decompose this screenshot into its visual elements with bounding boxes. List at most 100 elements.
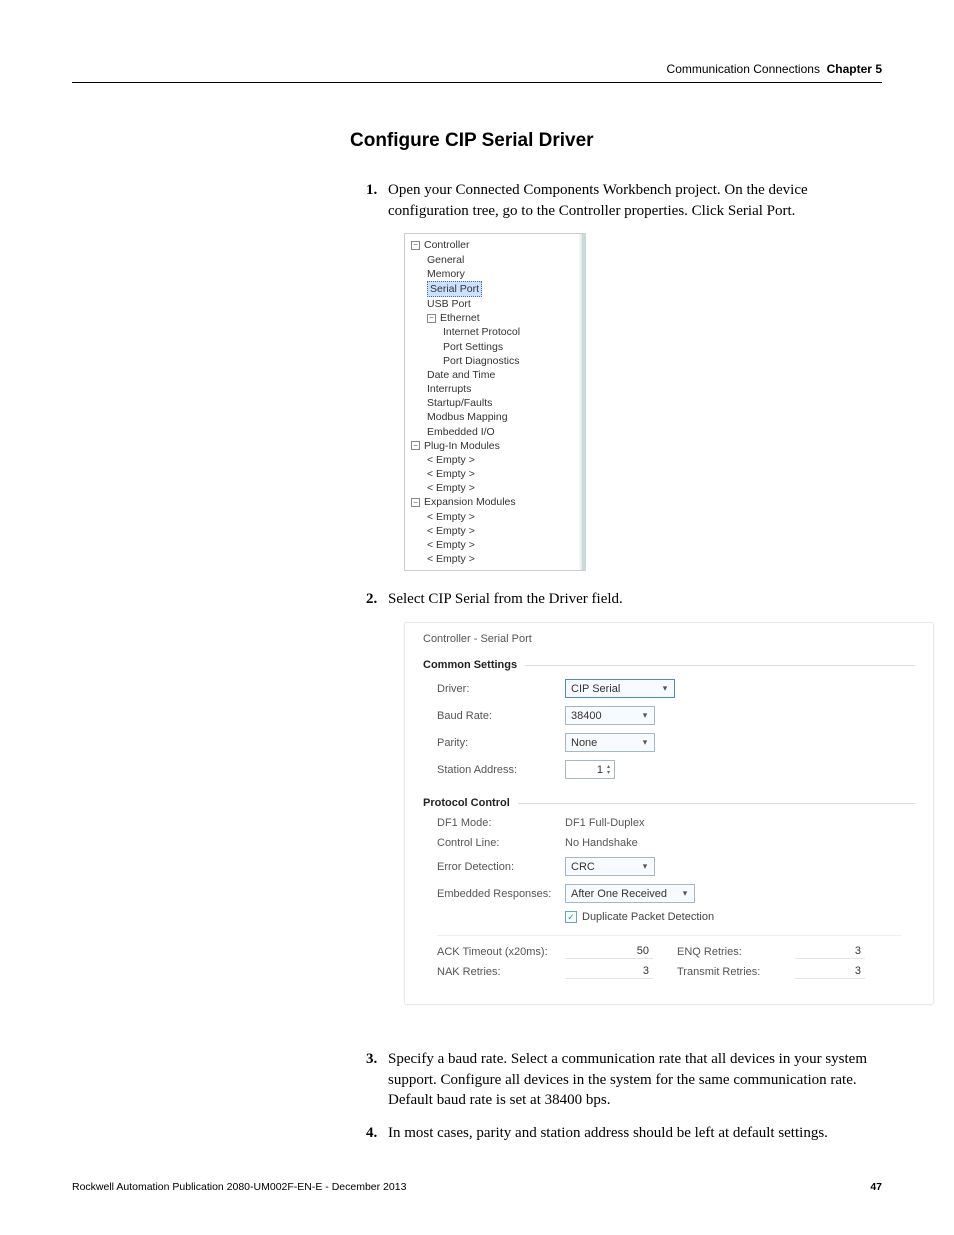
step-body: Open your Connected Components Workbench… — [388, 180, 882, 221]
tree-item-empty[interactable]: < Empty > — [405, 467, 582, 481]
step-body: Select CIP Serial from the Driver field. — [388, 589, 882, 610]
tree-label: Port Settings — [443, 340, 503, 354]
tree-item-memory[interactable]: Memory — [405, 267, 582, 281]
tree-item-controller[interactable]: − Controller — [405, 238, 582, 252]
tree-label: Interrupts — [427, 382, 471, 396]
driver-select[interactable]: CIP Serial ▾ — [565, 679, 675, 698]
step-4: 4. In most cases, parity and station add… — [366, 1123, 882, 1144]
tree-label: Serial Port — [427, 281, 482, 297]
transmit-retries-input[interactable]: 3 — [795, 965, 865, 979]
duplicate-detection-row: ✓ Duplicate Packet Detection — [423, 907, 915, 927]
form-title: Controller - Serial Port — [423, 633, 915, 645]
main-content: Configure CIP Serial Driver 1. Open your… — [350, 130, 882, 1156]
step-body: In most cases, parity and station addres… — [388, 1123, 882, 1144]
step-number: 2. — [366, 589, 388, 610]
tree-label: < Empty > — [427, 510, 475, 524]
baud-label: Baud Rate: — [437, 710, 565, 722]
tree-label: General — [427, 253, 464, 267]
tree-label: Port Diagnostics — [443, 354, 519, 368]
input-value: 1 — [597, 764, 603, 776]
step-1: 1. Open your Connected Components Workbe… — [366, 180, 882, 221]
step-list: 1. Open your Connected Components Workbe… — [366, 180, 882, 1144]
tree-item-serial-port[interactable]: Serial Port — [405, 281, 582, 297]
tree-item-modbus-mapping[interactable]: Modbus Mapping — [405, 410, 582, 424]
tree-figure: − Controller General Memory Serial Port … — [404, 233, 882, 571]
embedded-responses-select[interactable]: After One Received ▾ — [565, 884, 695, 903]
tree-item-empty[interactable]: < Empty > — [405, 453, 582, 467]
tree-item-empty[interactable]: < Empty > — [405, 481, 582, 495]
serial-port-form: Controller - Serial Port Common Settings… — [404, 622, 934, 1005]
parity-select[interactable]: None ▾ — [565, 733, 655, 752]
driver-label: Driver: — [437, 683, 565, 695]
check-icon: ✓ — [567, 912, 575, 923]
tree-item-port-diagnostics[interactable]: Port Diagnostics — [405, 354, 582, 368]
control-line-row: Control Line: No Handshake — [423, 833, 915, 853]
tree-label: < Empty > — [427, 453, 475, 467]
chevron-down-icon: ▾ — [638, 861, 652, 872]
tree-item-interrupts[interactable]: Interrupts — [405, 382, 582, 396]
station-label: Station Address: — [437, 764, 565, 776]
tree-label: Plug-In Modules — [424, 439, 500, 453]
tree-label: Date and Time — [427, 368, 495, 382]
step-2: 2. Select CIP Serial from the Driver fie… — [366, 589, 882, 610]
collapse-icon[interactable]: − — [411, 441, 420, 450]
tree-item-usb-port[interactable]: USB Port — [405, 297, 582, 311]
tree-label: Ethernet — [440, 311, 480, 325]
step-3: 3. Specify a baud rate. Select a communi… — [366, 1049, 882, 1111]
collapse-icon[interactable]: − — [411, 498, 420, 507]
publication-info: Rockwell Automation Publication 2080-UM0… — [72, 1181, 406, 1193]
ack-label: ACK Timeout (x20ms): — [437, 946, 565, 958]
chevron-down-icon: ▾ — [638, 710, 652, 721]
baud-select[interactable]: 38400 ▾ — [565, 706, 655, 725]
tree-item-empty[interactable]: < Empty > — [405, 524, 582, 538]
ack-timeout-input[interactable]: 50 — [565, 945, 653, 959]
df1-row: DF1 Mode: DF1 Full-Duplex — [423, 813, 915, 833]
tree-item-startup-faults[interactable]: Startup/Faults — [405, 396, 582, 410]
tree-label: < Empty > — [427, 467, 475, 481]
header-section: Communication Connections — [667, 62, 820, 76]
station-row: Station Address: 1 ▴▾ — [423, 756, 915, 783]
serial-port-form-figure: Controller - Serial Port Common Settings… — [404, 622, 882, 1005]
control-line-label: Control Line: — [437, 837, 565, 849]
tree-item-ethernet[interactable]: − Ethernet — [405, 311, 582, 325]
tree-item-date-time[interactable]: Date and Time — [405, 368, 582, 382]
enq-label: ENQ Retries: — [677, 946, 795, 958]
select-value: CRC — [571, 861, 595, 873]
collapse-icon[interactable]: − — [411, 241, 420, 250]
embedded-responses-label: Embedded Responses: — [437, 888, 565, 900]
tree-label: Memory — [427, 267, 465, 281]
spinner-icon[interactable]: ▴▾ — [607, 764, 610, 776]
collapse-icon[interactable]: − — [427, 314, 436, 323]
tree-label: Modbus Mapping — [427, 410, 508, 424]
tree-item-plugin-modules[interactable]: − Plug-In Modules — [405, 439, 582, 453]
tree-item-expansion-modules[interactable]: − Expansion Modules — [405, 495, 582, 509]
select-value: None — [571, 737, 597, 749]
tree-label: < Empty > — [427, 481, 475, 495]
error-detection-select[interactable]: CRC ▾ — [565, 857, 655, 876]
select-value: After One Received — [571, 888, 667, 900]
enq-retries-input[interactable]: 3 — [795, 945, 865, 959]
config-tree-panel: − Controller General Memory Serial Port … — [404, 233, 586, 571]
tree-item-empty[interactable]: < Empty > — [405, 552, 582, 566]
step-number: 3. — [366, 1049, 388, 1111]
tree-item-internet-protocol[interactable]: Internet Protocol — [405, 325, 582, 339]
chevron-down-icon: ▾ — [638, 737, 652, 748]
section-heading: Configure CIP Serial Driver — [350, 130, 882, 152]
nak-label: NAK Retries: — [437, 966, 565, 978]
tree-item-empty[interactable]: < Empty > — [405, 510, 582, 524]
tree-item-empty[interactable]: < Empty > — [405, 538, 582, 552]
duplicate-detection-checkbox[interactable]: ✓ — [565, 911, 577, 923]
station-address-input[interactable]: 1 ▴▾ — [565, 760, 615, 779]
chevron-down-icon: ▾ — [678, 888, 692, 899]
tree-item-general[interactable]: General — [405, 253, 582, 267]
nak-retries-input[interactable]: 3 — [565, 965, 653, 979]
tree-item-embedded-io[interactable]: Embedded I/O — [405, 425, 582, 439]
trans-label: Transmit Retries: — [677, 966, 795, 978]
divider — [437, 935, 901, 936]
protocol-control-heading: Protocol Control — [423, 793, 915, 813]
error-detection-row: Error Detection: CRC ▾ — [423, 853, 915, 880]
control-line-value: No Handshake — [565, 837, 638, 849]
tree-label: < Empty > — [427, 552, 475, 566]
tree-item-port-settings[interactable]: Port Settings — [405, 340, 582, 354]
parity-label: Parity: — [437, 737, 565, 749]
